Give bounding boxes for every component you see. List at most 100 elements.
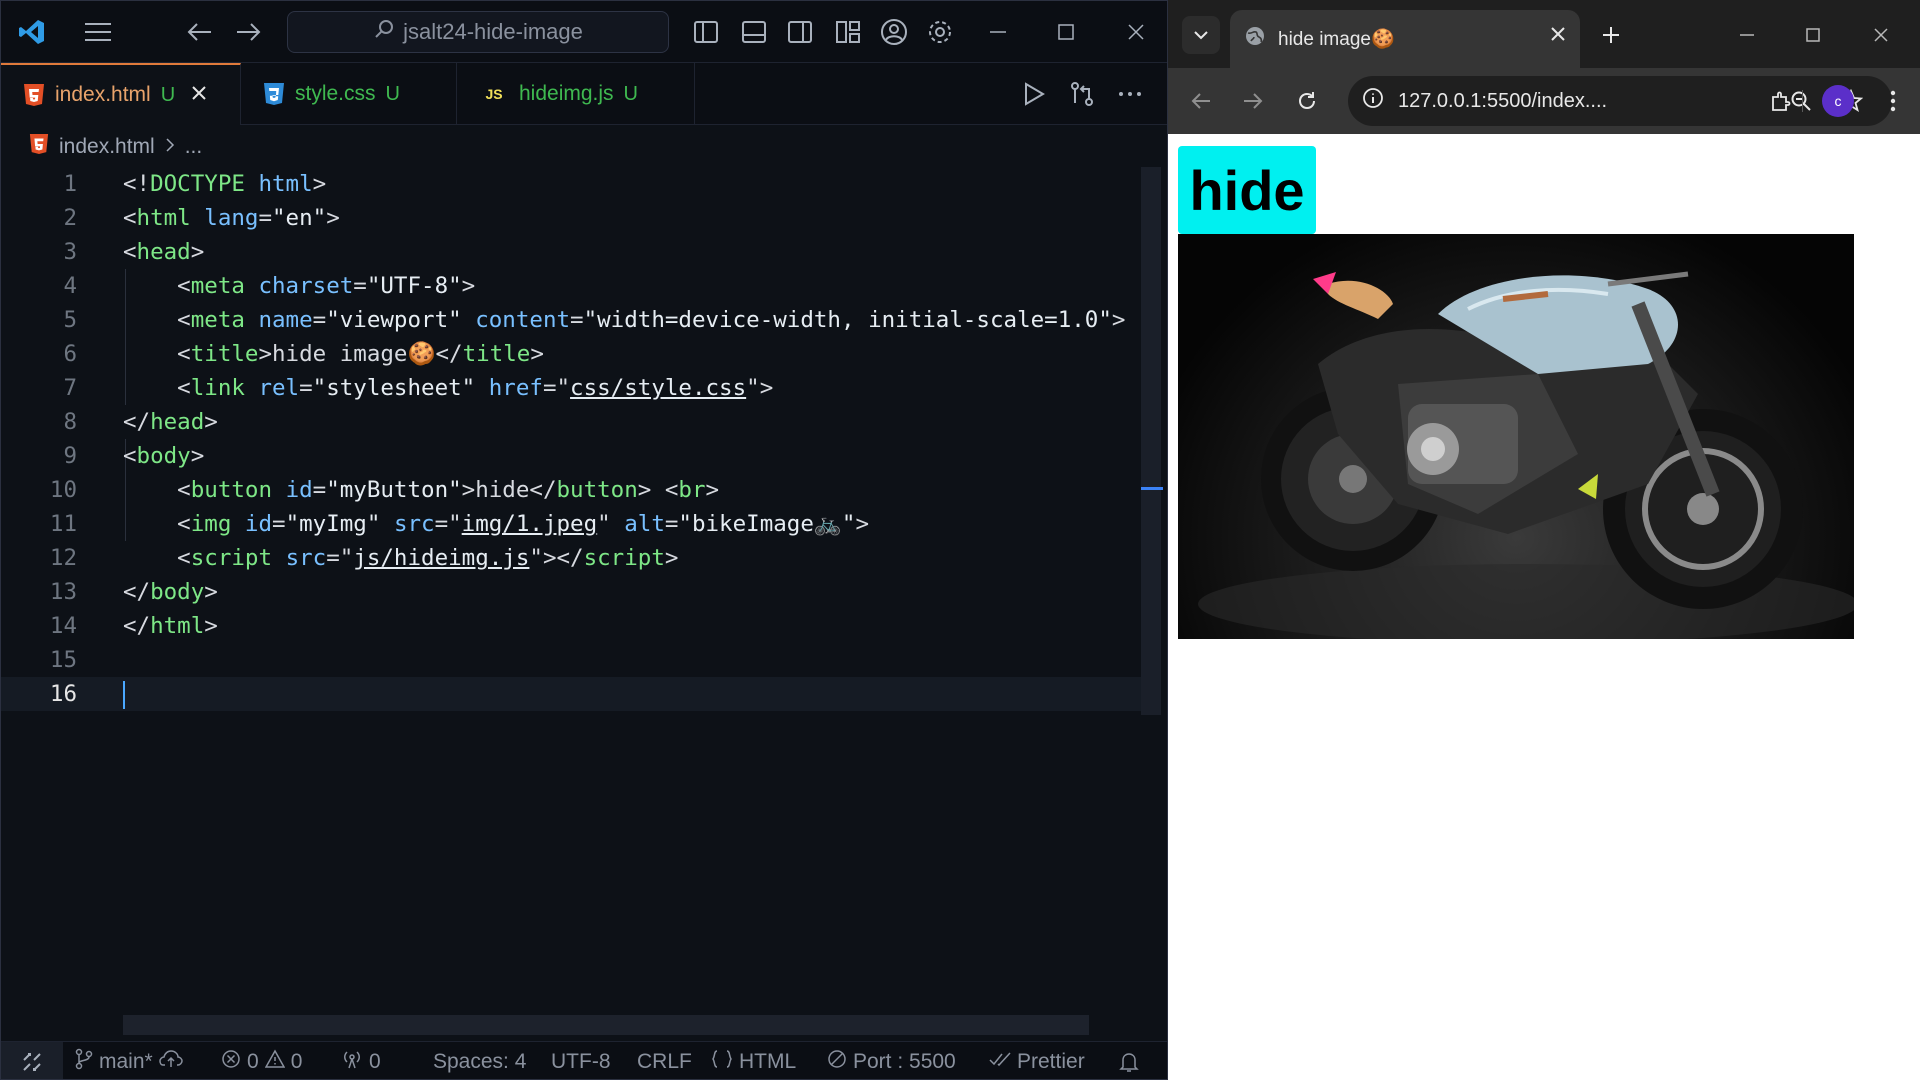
code-line[interactable]: 3 <head> (1, 235, 1147, 269)
problems-status[interactable]: 0 0 (221, 1042, 302, 1079)
toggle-secondary-sidebar-icon[interactable] (783, 15, 817, 49)
code-line[interactable]: 9 <body> (1, 439, 1147, 473)
ports-status[interactable]: 0 (341, 1042, 381, 1079)
close-tab-icon[interactable] (191, 83, 207, 107)
close-icon[interactable] (1119, 15, 1153, 49)
open-changes-icon[interactable] (1065, 77, 1099, 111)
code-token: > (461, 273, 476, 299)
run-icon[interactable] (1017, 77, 1051, 111)
code-line[interactable]: 6 <title>hide image🍪</title> (1, 337, 1147, 371)
code-token: img/1.jpeg (461, 511, 598, 537)
accounts-icon[interactable] (877, 15, 911, 49)
code-line[interactable]: 4 <meta charset="UTF-8"> (1, 269, 1147, 303)
code-token: "en" (272, 205, 327, 231)
reload-icon[interactable] (1288, 82, 1326, 120)
code-token: > (855, 511, 869, 537)
code-token: id (244, 511, 273, 537)
code-token: =" (434, 511, 462, 537)
eol-status[interactable]: CRLF (637, 1042, 692, 1079)
encoding-status[interactable]: UTF-8 (551, 1042, 611, 1079)
customize-layout-icon[interactable] (831, 15, 865, 49)
close-icon[interactable] (1862, 16, 1900, 54)
code-token: = (664, 511, 679, 537)
hide-button[interactable]: hide (1178, 146, 1316, 234)
remote-indicator-icon[interactable] (1, 1042, 63, 1079)
code-line[interactable]: 14 </html> (1, 609, 1147, 643)
forward-arrow-icon[interactable] (231, 15, 265, 49)
live-server-port[interactable]: Port : 5500 (827, 1042, 956, 1079)
minimize-icon[interactable] (981, 15, 1015, 49)
command-center-search[interactable]: jsalt24-hide-image (287, 11, 669, 53)
code-text: <link rel="stylesheet" href="css/style.c… (123, 371, 773, 405)
tab-search-dropdown-icon[interactable] (1182, 16, 1220, 54)
toolbar-divider (1802, 90, 1803, 112)
horizontal-scrollbar[interactable] (123, 1015, 1089, 1035)
menu-icon[interactable] (81, 15, 115, 49)
code-line[interactable]: 12 <script src="js/hideimg.js"></script> (1, 541, 1147, 575)
code-line[interactable]: 7 <link rel="stylesheet" href="css/style… (1, 371, 1147, 405)
maximize-icon[interactable] (1794, 16, 1832, 54)
code-line[interactable]: 1 <!DOCTYPE html> (1, 167, 1147, 201)
cloud-upload-icon[interactable] (158, 1050, 183, 1074)
code-text: </head> (123, 405, 218, 439)
branch-name: main* (99, 1050, 153, 1073)
code-token: = (258, 205, 273, 231)
code-token: < (123, 545, 191, 571)
browser-tab[interactable]: hide image🍪 (1230, 10, 1580, 68)
globe-icon (1244, 25, 1266, 53)
extensions-icon[interactable] (1762, 82, 1800, 120)
gear-icon[interactable] (923, 15, 957, 49)
profile-avatar[interactable]: c (1822, 85, 1854, 117)
code-line[interactable]: 8 </head> (1, 405, 1147, 439)
toggle-primary-sidebar-icon[interactable] (689, 15, 723, 49)
code-line[interactable]: 11 <img id="myImg" src="img/1.jpeg" alt=… (1, 507, 1147, 541)
more-vertical-icon[interactable] (1874, 82, 1912, 120)
more-actions-icon[interactable] (1113, 77, 1147, 111)
close-tab-icon[interactable] (1550, 26, 1566, 48)
tab-index-html[interactable]: index.html U (1, 63, 241, 125)
breadcrumb-file[interactable]: index.html (59, 135, 155, 159)
editor-tab-bar: index.html U style.css U JS hideimg.js U (1, 63, 1167, 125)
address-bar[interactable]: 127.0.0.1:5500/index.... (1348, 76, 1892, 126)
browser-tab-strip: hide image🍪 (1168, 0, 1920, 68)
code-line[interactable]: 16 (1, 677, 1147, 711)
vscode-title-bar: jsalt24-hide-image (1, 1, 1167, 63)
toggle-panel-icon[interactable] (737, 15, 771, 49)
maximize-icon[interactable] (1049, 15, 1083, 49)
new-tab-icon[interactable] (1592, 16, 1630, 54)
minimize-icon[interactable] (1728, 16, 1766, 54)
breadcrumb-rest[interactable]: ... (185, 135, 203, 159)
branch-status[interactable]: main* (75, 1042, 183, 1079)
bell-icon[interactable] (1119, 1042, 1139, 1079)
code-line[interactable]: 2 <html lang="en"> (1, 201, 1147, 235)
tab-status: U (160, 83, 176, 106)
page-viewport: hide (1168, 134, 1920, 1080)
code-text: <html lang="en"> (123, 201, 340, 235)
code-line[interactable]: 13 </body> (1, 575, 1147, 609)
indentation-status[interactable]: Spaces: 4 (433, 1042, 526, 1079)
code-line[interactable]: 15 (1, 643, 1147, 677)
site-info-icon[interactable] (1362, 87, 1384, 115)
broadcast-icon (341, 1049, 363, 1075)
code-token: button (190, 477, 273, 503)
code-editor[interactable]: 1 <!DOCTYPE html> 2 <html lang="en"> 3 <head>… (1, 167, 1147, 1017)
vertical-scrollbar[interactable] (1141, 167, 1161, 715)
forward-arrow-icon[interactable] (1234, 82, 1272, 120)
language-status[interactable]: HTML (711, 1042, 796, 1079)
tab-hideimg-js[interactable]: JS hideimg.js U (457, 63, 695, 125)
vscode-logo-icon (15, 15, 49, 49)
code-token: 🍪 (407, 341, 436, 367)
back-arrow-icon[interactable] (183, 15, 217, 49)
breadcrumb: index.html ... (29, 131, 202, 163)
line-number: 16 (49, 681, 77, 707)
code-line[interactable]: 5 <meta name="viewport" content="width=d… (1, 303, 1147, 337)
line-number: 7 (63, 375, 77, 401)
status-bar: main* 0 0 0 Spaces: 4 UTF-8 CRLF HTML Po… (1, 1041, 1167, 1079)
code-line[interactable]: 10 <button id="myButton">hide</button> <… (1, 473, 1147, 507)
back-arrow-icon[interactable] (1182, 82, 1220, 120)
tab-style-css[interactable]: style.css U (241, 63, 457, 125)
code-token: button (556, 477, 638, 503)
prettier-status[interactable]: Prettier (989, 1042, 1085, 1079)
